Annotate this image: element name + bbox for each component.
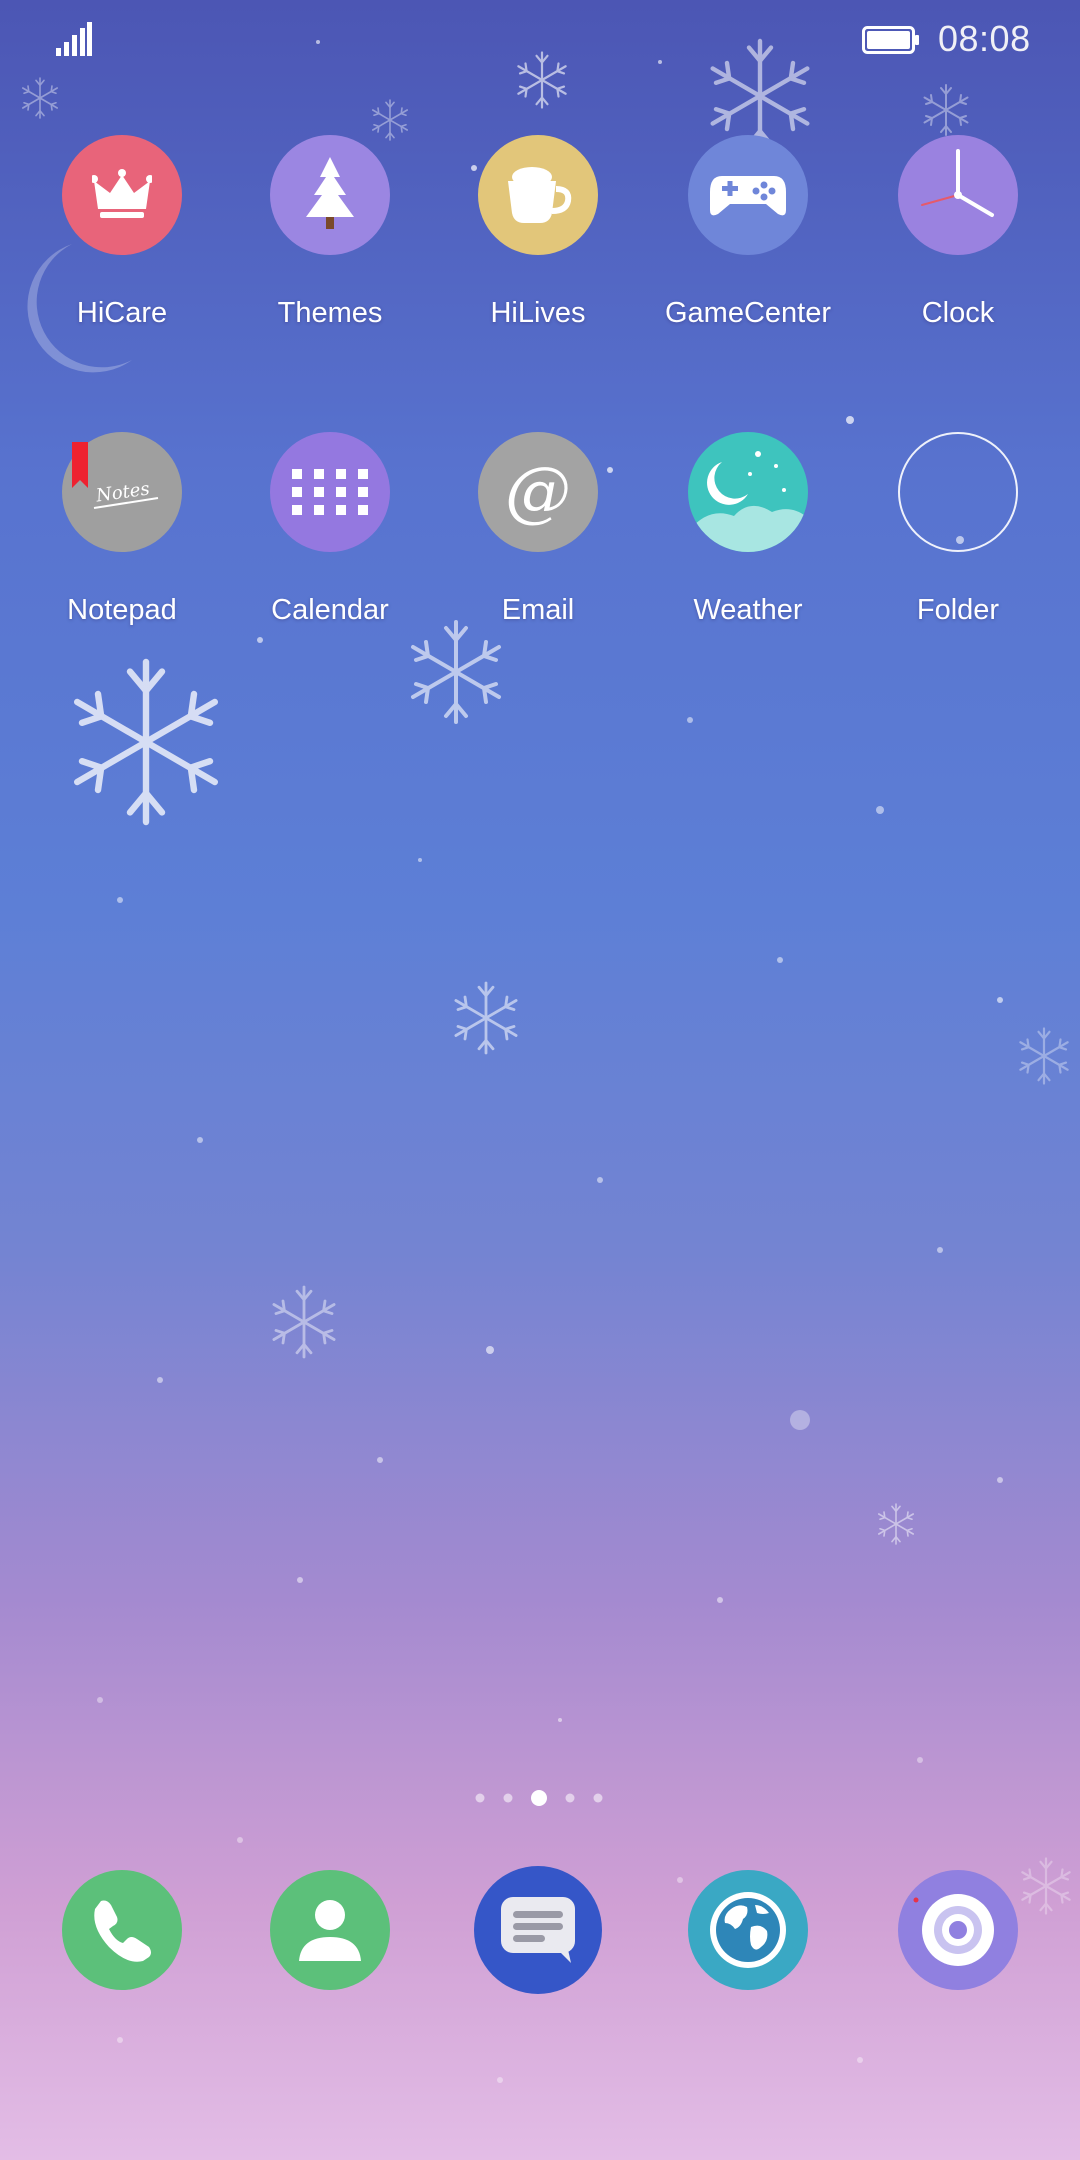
contacts-icon: [270, 1870, 390, 1990]
dock-phone[interactable]: [22, 1870, 222, 1990]
app-clock[interactable]: Clock: [858, 135, 1058, 330]
app-label: Weather: [693, 594, 803, 626]
app-themes[interactable]: Themes: [230, 135, 430, 330]
battery-icon: [862, 26, 919, 54]
calendar-icon: [270, 432, 390, 552]
app-calendar[interactable]: Calendar: [230, 432, 430, 627]
camera-icon: [898, 1870, 1018, 1990]
app-label: Clock: [921, 297, 995, 329]
dock-messages[interactable]: [438, 1866, 638, 1994]
app-notepad[interactable]: Notes Notepad: [22, 432, 222, 627]
globe-icon: [688, 1870, 808, 1990]
page-dot: [503, 1793, 513, 1803]
folder-outline-icon: [898, 432, 1018, 552]
at-icon-glyph: @: [505, 453, 571, 530]
page-dot-active: [531, 1790, 547, 1806]
gamepad-icon: [688, 135, 808, 255]
app-label: Calendar: [271, 594, 389, 626]
app-label: Email: [501, 594, 575, 626]
at-icon: @: [478, 432, 598, 552]
app-label: Themes: [277, 297, 383, 329]
dock-contacts[interactable]: [230, 1870, 430, 1990]
dock-browser[interactable]: [648, 1870, 848, 1990]
status-time: 08:08: [938, 18, 1031, 59]
app-folder[interactable]: Folder: [858, 432, 1058, 627]
page-dot: [565, 1793, 575, 1803]
app-email[interactable]: @ Email: [438, 432, 638, 627]
tree-icon: [270, 135, 390, 255]
app-hicare[interactable]: HiCare: [22, 135, 222, 330]
crown-icon: [62, 135, 182, 255]
page-indicator: [475, 1790, 603, 1806]
dock-camera[interactable]: [858, 1870, 1058, 1990]
message-icon: [474, 1866, 602, 1994]
app-label: GameCenter: [664, 297, 831, 329]
clock-icon: [898, 135, 1018, 255]
app-label: Notepad: [67, 594, 177, 626]
app-weather[interactable]: Weather: [648, 432, 848, 627]
status-bar: 08:08: [0, 0, 1080, 80]
phone-icon: [62, 1870, 182, 1990]
page-dot: [475, 1793, 485, 1803]
app-label: HiLives: [490, 297, 586, 329]
moon-cloud-icon: [688, 432, 808, 552]
notes-icon: Notes: [62, 432, 182, 552]
page-dot: [593, 1793, 603, 1803]
app-gamecenter[interactable]: GameCenter: [648, 135, 848, 330]
signal-bars-icon: [56, 22, 92, 56]
cup-icon: [478, 135, 598, 255]
app-label: HiCare: [76, 297, 168, 329]
app-hilives[interactable]: HiLives: [438, 135, 638, 330]
app-label: Folder: [916, 594, 1000, 626]
